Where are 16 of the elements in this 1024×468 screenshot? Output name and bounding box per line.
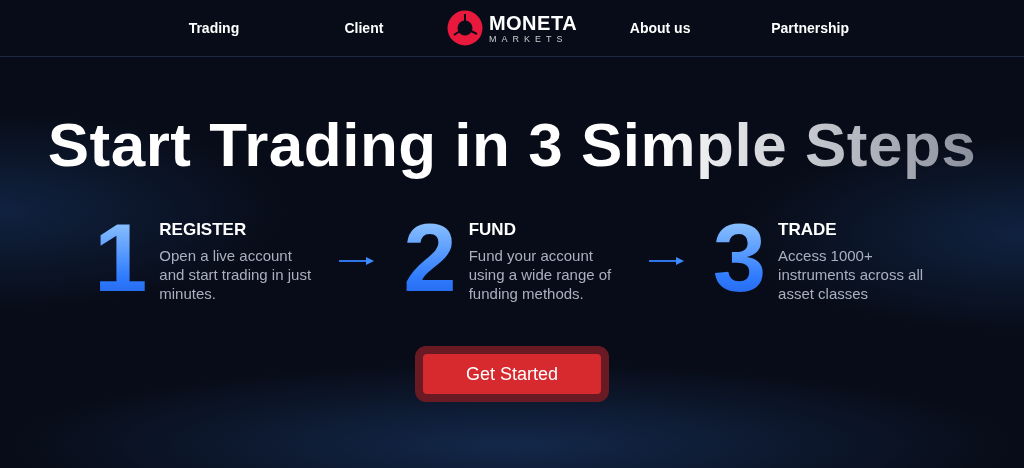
logo-name: MONETA	[488, 12, 578, 33]
nav-link[interactable]: Trading	[138, 20, 289, 36]
nav-link[interactable]: Client	[288, 20, 439, 36]
logo[interactable]: MONETA MARKETS	[446, 10, 578, 46]
step-description: Access 1000+ instruments across all asset classes	[778, 246, 925, 303]
logo-tagline: MARKETS	[488, 34, 569, 44]
arrow-icon	[339, 256, 376, 266]
step-description: Fund your account using a wide range of funding methods.	[468, 246, 613, 303]
step-title: REGISTER	[159, 220, 248, 240]
nav-link[interactable]: About us	[585, 20, 736, 36]
ring-icon	[446, 10, 483, 46]
step-title: TRADE	[778, 220, 838, 240]
arrow-icon	[648, 256, 685, 266]
step-description: Open a live account and start trading in just minutes.	[159, 246, 312, 303]
nav-link[interactable]: Partnership	[735, 20, 886, 36]
step-title: FUND	[468, 220, 517, 240]
